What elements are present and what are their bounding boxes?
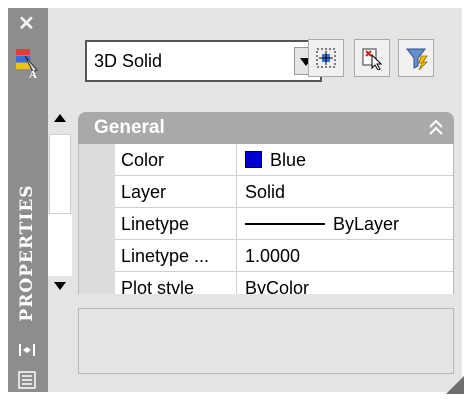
property-value[interactable]: Blue: [237, 144, 453, 176]
property-value[interactable]: ByColor: [237, 272, 453, 294]
double-chevron-up-icon[interactable]: [426, 118, 446, 143]
scroll-down-icon[interactable]: [54, 282, 66, 290]
color-swatch: [245, 151, 262, 169]
property-name: Color: [115, 144, 237, 176]
palette-menu-icon[interactable]: [17, 371, 37, 389]
property-row-linetype[interactable]: Linetype ByLayer: [115, 208, 453, 240]
property-grid: Color Blue Layer Solid Linetype ByLayer …: [78, 144, 454, 294]
toggle-pickadd-button[interactable]: [354, 39, 390, 77]
property-value[interactable]: Solid: [237, 176, 453, 208]
select-objects-icon: [316, 48, 336, 68]
property-row-color[interactable]: Color Blue: [115, 144, 453, 176]
auto-hide-icon[interactable]: [17, 342, 37, 358]
select-objects-button[interactable]: [308, 39, 344, 77]
property-grid-gutter: [79, 144, 115, 294]
property-row-plot-style[interactable]: Plot style ByColor: [115, 272, 453, 294]
palette-title: PROPERTIES: [17, 184, 37, 322]
quick-select-button[interactable]: [398, 39, 434, 77]
scroll-up-icon[interactable]: [54, 114, 66, 122]
linetype-preview: [245, 223, 325, 226]
svg-text:A: A: [29, 69, 37, 80]
close-icon[interactable]: ✕: [18, 14, 35, 34]
property-value[interactable]: 1.0000: [237, 240, 453, 272]
resize-grip-icon[interactable]: [444, 374, 464, 394]
category-general-header[interactable]: General: [78, 112, 454, 144]
property-name: Linetype: [115, 208, 237, 240]
property-name: Linetype ...: [115, 240, 237, 272]
property-name: Plot style: [115, 272, 237, 294]
property-row-linetype-scale[interactable]: Linetype ... 1.0000: [115, 240, 453, 272]
toggle-pickadd-icon: [362, 48, 383, 70]
palette-body: 3D Solid General Color Blue Layer Solid …: [48, 8, 462, 392]
property-row-layer[interactable]: Layer Solid: [115, 176, 453, 208]
quick-select-icon: [405, 48, 428, 70]
object-type-select[interactable]: 3D Solid: [85, 40, 322, 82]
object-type-value: 3D Solid: [94, 51, 163, 71]
property-name: Layer: [115, 176, 237, 208]
category-label: General: [94, 117, 165, 138]
properties-icon: A: [13, 46, 41, 81]
property-value[interactable]: ByLayer: [237, 208, 453, 240]
vertical-scrollbar[interactable]: [48, 106, 72, 296]
properties-palette: ✕ A PROPERTIES 3D Solid General Color Bl…: [0, 0, 468, 398]
palette-title-bar[interactable]: ✕ A PROPERTIES: [8, 8, 48, 392]
description-panel: [78, 308, 454, 374]
scroll-thumb[interactable]: [49, 134, 71, 214]
scroll-track[interactable]: [48, 214, 72, 276]
